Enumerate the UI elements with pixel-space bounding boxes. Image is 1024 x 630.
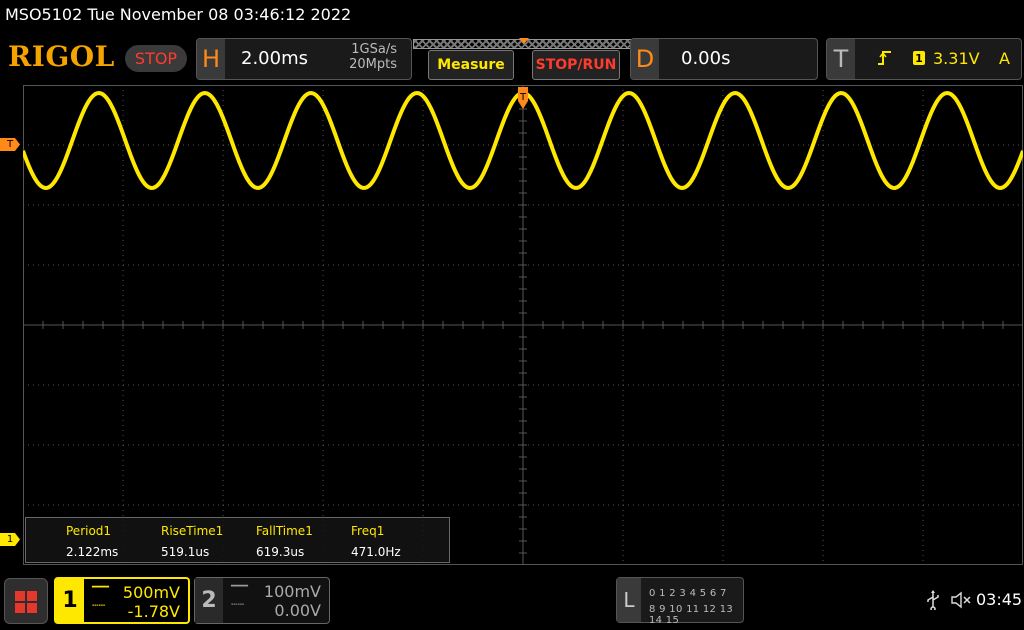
window-title: MSO5102 Tue November 08 03:46:12 2022: [5, 5, 352, 24]
trigger-position-pointer-icon: [519, 38, 529, 44]
measurement-value: 2.122ms: [66, 545, 119, 559]
usb-icon: [927, 590, 939, 610]
measurement-name: FallTime1: [256, 524, 313, 538]
measurement-name: RiseTime1: [161, 524, 224, 538]
measurement-item: Period1 2.122ms: [66, 524, 118, 559]
channel-1-panel[interactable]: 1 ▔▔ ┄┄ 500mV -1.78V: [54, 577, 190, 624]
acquisition-info: 1GSa/s 20Mpts: [349, 42, 397, 72]
trigger-mode: A: [999, 49, 1010, 68]
channel-1-offset: -1.78V: [127, 602, 180, 621]
waveform-display[interactable]: [23, 85, 1023, 565]
measurement-value: 471.0Hz: [351, 545, 401, 559]
rising-edge-icon: [877, 49, 893, 71]
measurement-item: FallTime1 619.3us: [256, 524, 313, 559]
delay-value: 0.00s: [681, 48, 731, 69]
dc-coupling-icon: ▔▔ ┄┄: [92, 586, 109, 612]
main-menu-button[interactable]: [4, 578, 48, 624]
trigger-level-value: 3.31V: [933, 49, 980, 68]
trigger-position-marker-icon[interactable]: T: [516, 87, 530, 111]
measurement-name: Period1: [66, 524, 112, 538]
measurement-value: 619.3us: [256, 545, 305, 559]
measurement-value: 519.1us: [161, 545, 210, 559]
channel-2-number: 2: [195, 578, 223, 623]
memory-depth: 20Mpts: [349, 57, 397, 72]
logic-channels-row-1: 0 1 2 3 4 5 6 7: [649, 588, 727, 599]
trigger-letter: T: [827, 39, 855, 79]
channel-1-number: 1: [56, 579, 84, 622]
delay-panel[interactable]: D 0.00s: [630, 38, 818, 80]
delay-letter: D: [631, 39, 659, 79]
trigger-position-label: T: [519, 92, 527, 103]
logic-letter: L: [617, 578, 641, 622]
horizontal-letter: H: [197, 39, 225, 79]
logic-analyzer-panel[interactable]: L 0 1 2 3 4 5 6 7 8 9 10 11 12 13 14 15: [616, 577, 744, 626]
stop-run-button[interactable]: STOP/RUN: [532, 50, 620, 80]
menu-grid-icon: [15, 591, 37, 613]
timebase-value: 2.00ms: [241, 48, 308, 69]
graticule: [23, 85, 1023, 565]
rigol-logo: RIGOL: [8, 40, 115, 73]
run-state-badge[interactable]: STOP: [125, 45, 187, 72]
channel-2-panel[interactable]: 2 ▔▔ ┄┄ 100mV 0.00V: [194, 577, 330, 624]
ch1-offset-marker[interactable]: 1: [0, 533, 20, 546]
measurement-item: Freq1 471.0Hz: [351, 524, 401, 559]
measurement-panel[interactable]: Period1 2.122ms RiseTime1 519.1us FallTi…: [25, 517, 450, 563]
measurement-name: Freq1: [351, 524, 385, 538]
channel-1-scale: 500mV: [122, 583, 180, 602]
channel-2-scale: 100mV: [263, 582, 321, 601]
speaker-muted-icon[interactable]: [950, 590, 972, 610]
trigger-source-badge: 1: [913, 51, 925, 65]
measure-button[interactable]: Measure: [428, 50, 514, 80]
status-clock: 03:45: [976, 590, 1023, 609]
dc-coupling-icon: ▔▔ ┄┄: [231, 585, 248, 611]
logic-channels-row-2: 8 9 10 11 12 13 14 15: [649, 604, 734, 626]
trigger-panel[interactable]: T 1 3.31V A: [826, 38, 1022, 80]
sample-rate: 1GSa/s: [351, 42, 397, 57]
measurement-item: RiseTime1 519.1us: [161, 524, 223, 559]
channel-2-offset: 0.00V: [274, 601, 321, 620]
trigger-level-marker[interactable]: T: [0, 138, 20, 151]
horizontal-panel[interactable]: H 2.00ms 1GSa/s 20Mpts: [196, 38, 412, 80]
